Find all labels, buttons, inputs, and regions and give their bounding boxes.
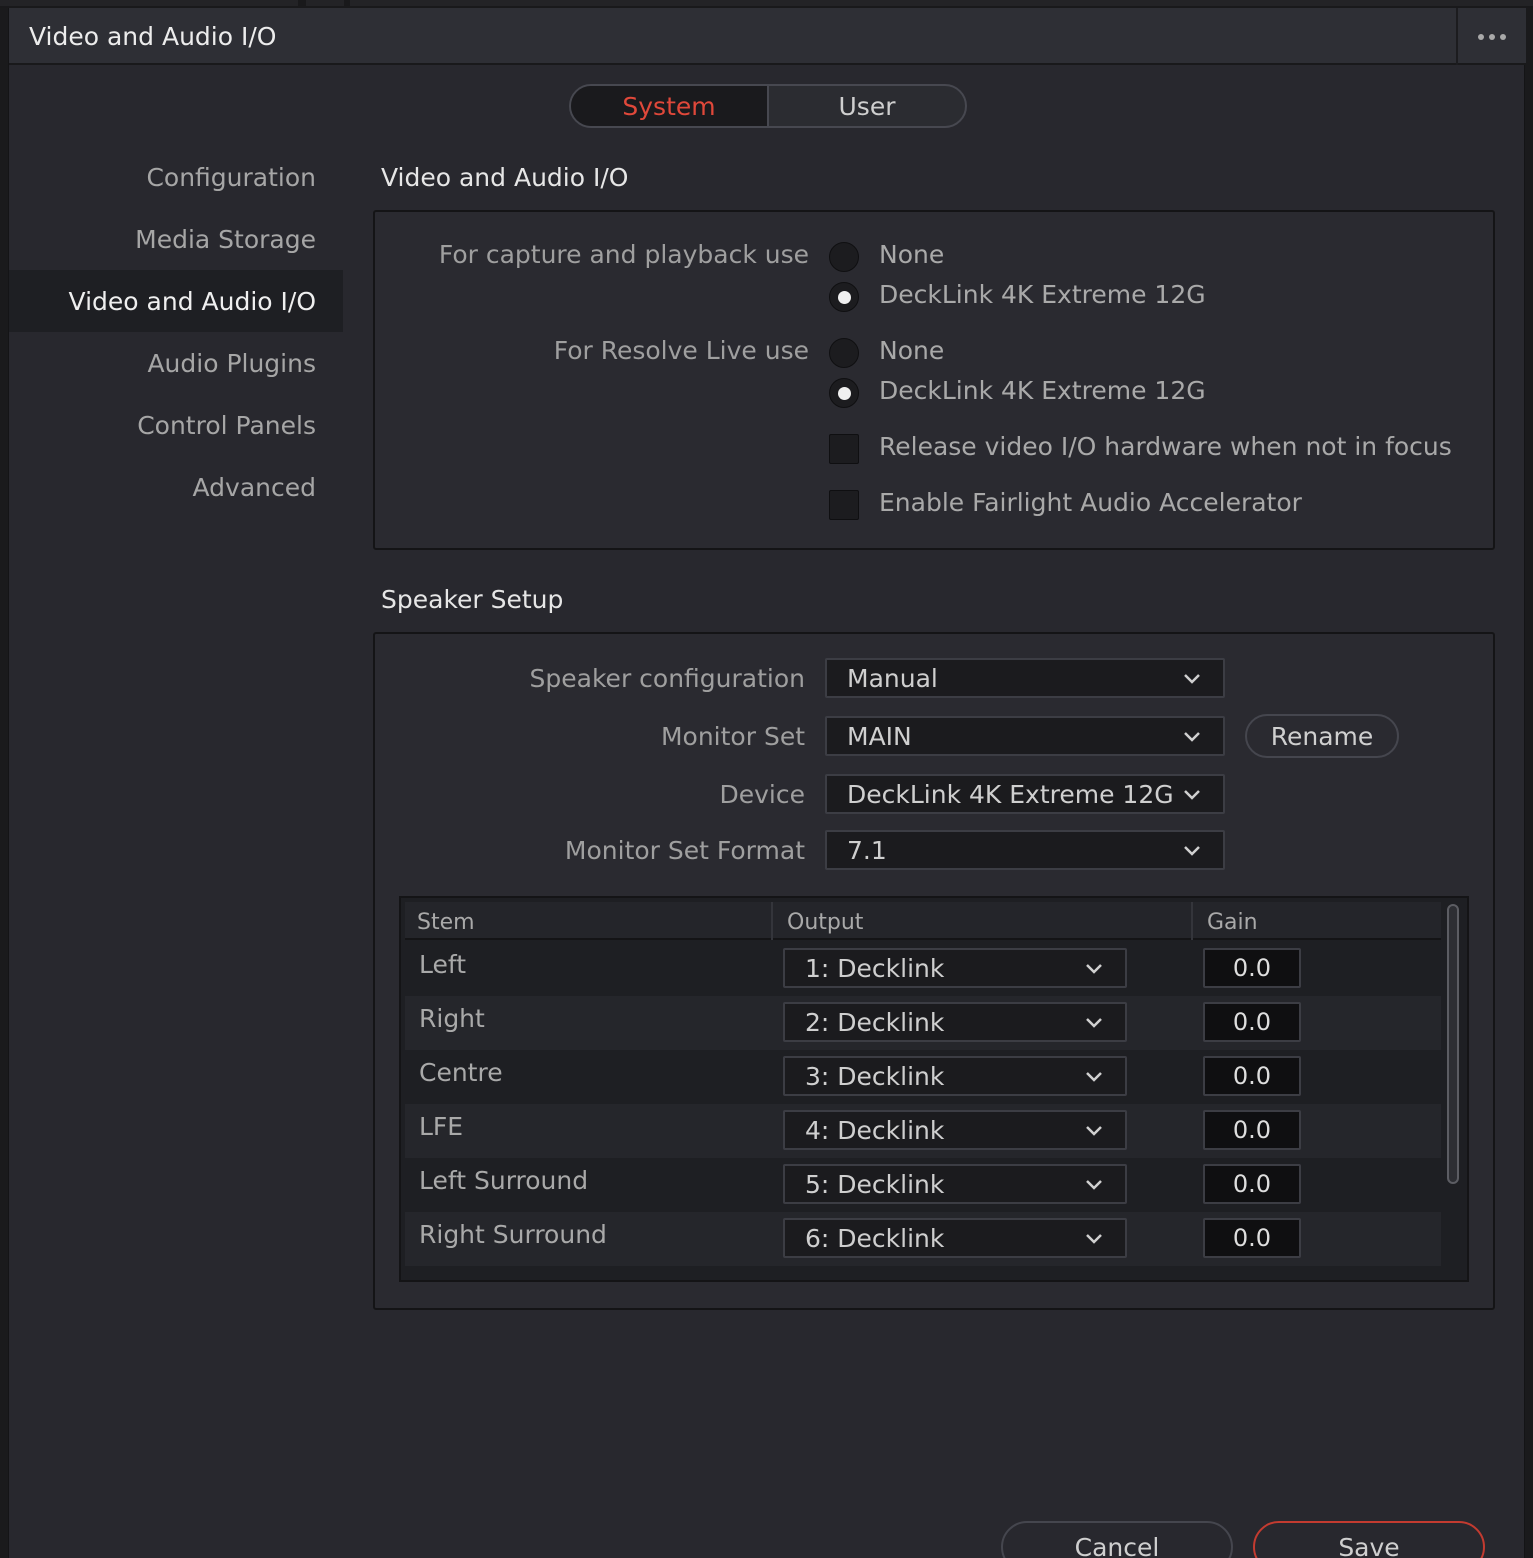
- live-decklink-label: DeckLink 4K Extreme 12G: [879, 376, 1206, 405]
- system-user-toggle: System User: [569, 84, 967, 128]
- live-decklink-radio[interactable]: [829, 378, 859, 408]
- capture-decklink-label: DeckLink 4K Extreme 12G: [879, 280, 1206, 309]
- sidebar: Configuration Media Storage Video and Au…: [9, 146, 343, 518]
- column-header-gain: Gain: [1207, 910, 1258, 935]
- output-value: 4: Decklink: [805, 1115, 945, 1145]
- more-horizontal-icon: [1478, 33, 1484, 40]
- output-value: 6: Decklink: [805, 1223, 945, 1253]
- table-row: Right Surround 6: Decklink 0.0: [405, 1212, 1441, 1266]
- monitor-set-format-label: Monitor Set Format: [564, 836, 805, 865]
- resolve-live-label: For Resolve Live use: [553, 336, 809, 365]
- release-hardware-label: Release video I/O hardware when not in f…: [879, 432, 1452, 461]
- chevron-down-icon: [1083, 957, 1105, 979]
- table-row: Left Surround 5: Decklink 0.0: [405, 1158, 1441, 1212]
- gain-field[interactable]: 0.0: [1203, 1218, 1301, 1258]
- live-none-radio[interactable]: [829, 338, 859, 368]
- save-button[interactable]: Save: [1253, 1521, 1485, 1558]
- output-dropdown[interactable]: 5: Decklink: [783, 1164, 1127, 1204]
- top-strip: [0, 0, 1533, 8]
- stem-name: Centre: [419, 1058, 503, 1087]
- capture-playback-label: For capture and playback use: [438, 240, 809, 269]
- monitor-set-value: MAIN: [847, 721, 912, 751]
- chevron-down-icon: [1083, 1119, 1105, 1141]
- column-header-stem: Stem: [417, 910, 475, 935]
- output-value: 5: Decklink: [805, 1169, 945, 1199]
- output-dropdown[interactable]: 4: Decklink: [783, 1110, 1127, 1150]
- sidebar-item-media-storage[interactable]: Media Storage: [9, 208, 343, 270]
- chevron-down-icon: [1181, 839, 1203, 861]
- speaker-config-label: Speaker configuration: [529, 664, 805, 693]
- device-dropdown[interactable]: DeckLink 4K Extreme 12G: [825, 774, 1225, 814]
- sidebar-item-control-panels[interactable]: Control Panels: [9, 394, 343, 456]
- table-row: Left 1: Decklink 0.0: [405, 942, 1441, 996]
- output-dropdown[interactable]: 6: Decklink: [783, 1218, 1127, 1258]
- tab-user[interactable]: User: [769, 86, 965, 126]
- cancel-button[interactable]: Cancel: [1001, 1521, 1233, 1558]
- sidebar-item-advanced[interactable]: Advanced: [9, 456, 343, 518]
- chevron-down-icon: [1083, 1065, 1105, 1087]
- gain-field[interactable]: 0.0: [1203, 1002, 1301, 1042]
- monitor-set-format-value: 7.1: [847, 835, 887, 865]
- table-row: Centre 3: Decklink 0.0: [405, 1050, 1441, 1104]
- chevron-down-icon: [1181, 667, 1203, 689]
- output-value: 1: Decklink: [805, 953, 945, 983]
- preferences-window: Video and Audio I/O System User Configur…: [8, 8, 1526, 1558]
- window-title: Video and Audio I/O: [29, 22, 277, 51]
- output-value: 3: Decklink: [805, 1061, 945, 1091]
- device-label: Device: [719, 780, 806, 809]
- chevron-down-icon: [1181, 783, 1203, 805]
- speaker-setup-section-title: Speaker Setup: [381, 585, 564, 614]
- output-dropdown[interactable]: 3: Decklink: [783, 1056, 1127, 1096]
- capture-none-label: None: [879, 240, 945, 269]
- gain-field[interactable]: 0.0: [1203, 948, 1301, 988]
- speaker-config-value: Manual: [847, 663, 938, 693]
- table-row: Right 2: Decklink 0.0: [405, 996, 1441, 1050]
- stem-name: LFE: [419, 1112, 464, 1141]
- video-io-section-title: Video and Audio I/O: [381, 163, 629, 192]
- live-none-label: None: [879, 336, 945, 365]
- gain-field[interactable]: 0.0: [1203, 1110, 1301, 1150]
- sidebar-item-configuration[interactable]: Configuration: [9, 146, 343, 208]
- sidebar-item-video-audio-io[interactable]: Video and Audio I/O: [9, 270, 343, 332]
- more-options-button[interactable]: [1456, 8, 1526, 65]
- tab-system[interactable]: System: [571, 86, 769, 126]
- table-scrollbar[interactable]: [1447, 904, 1459, 1184]
- monitor-set-label: Monitor Set: [660, 722, 805, 751]
- table-row: LFE 4: Decklink 0.0: [405, 1104, 1441, 1158]
- capture-decklink-radio[interactable]: [829, 282, 859, 312]
- fairlight-accelerator-label: Enable Fairlight Audio Accelerator: [879, 488, 1302, 517]
- capture-none-radio[interactable]: [829, 242, 859, 272]
- output-dropdown[interactable]: 2: Decklink: [783, 1002, 1127, 1042]
- chevron-down-icon: [1083, 1011, 1105, 1033]
- fairlight-accelerator-checkbox[interactable]: [829, 490, 859, 520]
- table-header: Stem Output Gain: [405, 902, 1441, 940]
- chevron-down-icon: [1083, 1173, 1105, 1195]
- gain-field[interactable]: 0.0: [1203, 1164, 1301, 1204]
- output-value: 2: Decklink: [805, 1007, 945, 1037]
- video-io-panel: For capture and playback use None DeckLi…: [373, 210, 1495, 550]
- chevron-down-icon: [1181, 725, 1203, 747]
- rename-button[interactable]: Rename: [1245, 714, 1399, 758]
- column-header-output: Output: [787, 910, 864, 935]
- monitor-set-dropdown[interactable]: MAIN: [825, 716, 1225, 756]
- gain-field[interactable]: 0.0: [1203, 1056, 1301, 1096]
- speaker-config-dropdown[interactable]: Manual: [825, 658, 1225, 698]
- stem-name: Right: [419, 1004, 485, 1033]
- device-value: DeckLink 4K Extreme 12G: [847, 779, 1174, 809]
- output-dropdown[interactable]: 1: Decklink: [783, 948, 1127, 988]
- monitor-set-format-dropdown[interactable]: 7.1: [825, 830, 1225, 870]
- stem-name: Left Surround: [419, 1166, 589, 1195]
- stem-output-table: Stem Output Gain Left 1: Decklink 0.0 Ri…: [399, 896, 1469, 1282]
- release-hardware-checkbox[interactable]: [829, 434, 859, 464]
- title-bar: Video and Audio I/O: [9, 8, 1526, 65]
- stem-name: Right Surround: [419, 1220, 607, 1249]
- stem-name: Left: [419, 950, 467, 979]
- chevron-down-icon: [1083, 1227, 1105, 1249]
- sidebar-item-audio-plugins[interactable]: Audio Plugins: [9, 332, 343, 394]
